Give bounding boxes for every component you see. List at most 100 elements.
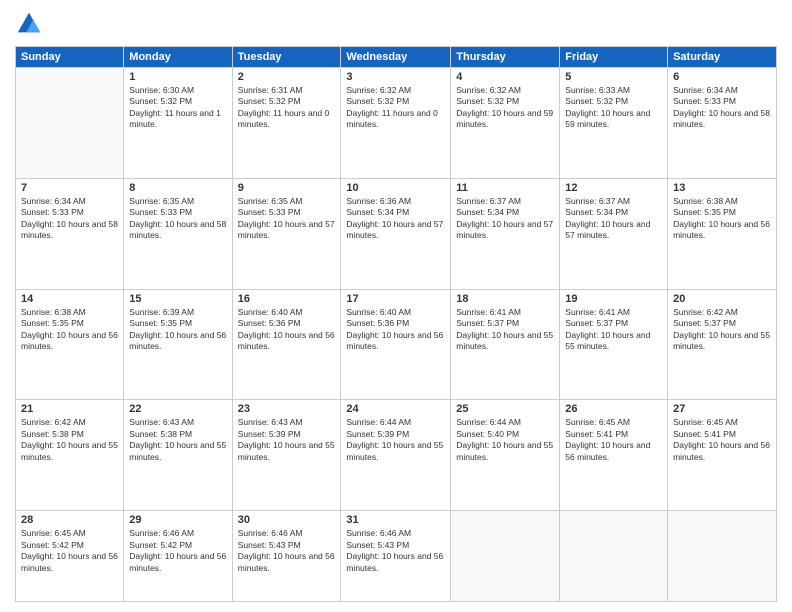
day-number: 21 xyxy=(21,403,118,415)
week-row-5: 28 Sunrise: 6:45 AMSunset: 5:42 PMDaylig… xyxy=(16,511,777,602)
day-cell: 6 Sunrise: 6:34 AMSunset: 5:33 PMDayligh… xyxy=(668,68,777,179)
day-number: 10 xyxy=(346,182,445,194)
day-info: Sunrise: 6:31 AMSunset: 5:32 PMDaylight:… xyxy=(238,85,336,131)
week-row-2: 7 Sunrise: 6:34 AMSunset: 5:33 PMDayligh… xyxy=(16,178,777,289)
day-cell xyxy=(16,68,124,179)
day-info: Sunrise: 6:46 AMSunset: 5:42 PMDaylight:… xyxy=(129,528,226,574)
day-info: Sunrise: 6:44 AMSunset: 5:40 PMDaylight:… xyxy=(456,417,554,463)
day-number: 29 xyxy=(129,514,226,526)
day-number: 22 xyxy=(129,403,226,415)
day-header-friday: Friday xyxy=(560,47,668,68)
day-info: Sunrise: 6:38 AMSunset: 5:35 PMDaylight:… xyxy=(21,307,118,353)
day-cell: 25 Sunrise: 6:44 AMSunset: 5:40 PMDaylig… xyxy=(451,400,560,511)
day-cell: 12 Sunrise: 6:37 AMSunset: 5:34 PMDaylig… xyxy=(560,178,668,289)
day-number: 16 xyxy=(238,293,336,305)
day-number: 25 xyxy=(456,403,554,415)
day-cell: 19 Sunrise: 6:41 AMSunset: 5:37 PMDaylig… xyxy=(560,289,668,400)
week-row-3: 14 Sunrise: 6:38 AMSunset: 5:35 PMDaylig… xyxy=(16,289,777,400)
day-info: Sunrise: 6:35 AMSunset: 5:33 PMDaylight:… xyxy=(238,196,336,242)
day-header-monday: Monday xyxy=(124,47,232,68)
header xyxy=(15,10,777,38)
day-number: 18 xyxy=(456,293,554,305)
day-number: 17 xyxy=(346,293,445,305)
day-info: Sunrise: 6:36 AMSunset: 5:34 PMDaylight:… xyxy=(346,196,445,242)
day-cell: 29 Sunrise: 6:46 AMSunset: 5:42 PMDaylig… xyxy=(124,511,232,602)
day-info: Sunrise: 6:45 AMSunset: 5:41 PMDaylight:… xyxy=(673,417,771,463)
day-number: 6 xyxy=(673,71,771,83)
week-row-1: 1 Sunrise: 6:30 AMSunset: 5:32 PMDayligh… xyxy=(16,68,777,179)
day-cell: 2 Sunrise: 6:31 AMSunset: 5:32 PMDayligh… xyxy=(232,68,341,179)
day-number: 8 xyxy=(129,182,226,194)
day-cell: 3 Sunrise: 6:32 AMSunset: 5:32 PMDayligh… xyxy=(341,68,451,179)
day-cell: 14 Sunrise: 6:38 AMSunset: 5:35 PMDaylig… xyxy=(16,289,124,400)
day-cell: 16 Sunrise: 6:40 AMSunset: 5:36 PMDaylig… xyxy=(232,289,341,400)
day-header-tuesday: Tuesday xyxy=(232,47,341,68)
day-info: Sunrise: 6:30 AMSunset: 5:32 PMDaylight:… xyxy=(129,85,226,131)
day-info: Sunrise: 6:40 AMSunset: 5:36 PMDaylight:… xyxy=(238,307,336,353)
day-cell: 24 Sunrise: 6:44 AMSunset: 5:39 PMDaylig… xyxy=(341,400,451,511)
day-cell: 28 Sunrise: 6:45 AMSunset: 5:42 PMDaylig… xyxy=(16,511,124,602)
day-cell: 1 Sunrise: 6:30 AMSunset: 5:32 PMDayligh… xyxy=(124,68,232,179)
day-cell: 17 Sunrise: 6:40 AMSunset: 5:36 PMDaylig… xyxy=(341,289,451,400)
day-cell: 30 Sunrise: 6:46 AMSunset: 5:43 PMDaylig… xyxy=(232,511,341,602)
day-info: Sunrise: 6:34 AMSunset: 5:33 PMDaylight:… xyxy=(21,196,118,242)
day-cell: 5 Sunrise: 6:33 AMSunset: 5:32 PMDayligh… xyxy=(560,68,668,179)
day-number: 15 xyxy=(129,293,226,305)
day-cell: 7 Sunrise: 6:34 AMSunset: 5:33 PMDayligh… xyxy=(16,178,124,289)
day-number: 27 xyxy=(673,403,771,415)
day-cell: 15 Sunrise: 6:39 AMSunset: 5:35 PMDaylig… xyxy=(124,289,232,400)
day-number: 4 xyxy=(456,71,554,83)
day-cell: 26 Sunrise: 6:45 AMSunset: 5:41 PMDaylig… xyxy=(560,400,668,511)
day-info: Sunrise: 6:37 AMSunset: 5:34 PMDaylight:… xyxy=(456,196,554,242)
day-info: Sunrise: 6:41 AMSunset: 5:37 PMDaylight:… xyxy=(456,307,554,353)
day-number: 20 xyxy=(673,293,771,305)
day-info: Sunrise: 6:46 AMSunset: 5:43 PMDaylight:… xyxy=(238,528,336,574)
day-header-thursday: Thursday xyxy=(451,47,560,68)
day-cell xyxy=(668,511,777,602)
day-number: 14 xyxy=(21,293,118,305)
day-cell: 21 Sunrise: 6:42 AMSunset: 5:38 PMDaylig… xyxy=(16,400,124,511)
day-number: 31 xyxy=(346,514,445,526)
day-info: Sunrise: 6:35 AMSunset: 5:33 PMDaylight:… xyxy=(129,196,226,242)
day-info: Sunrise: 6:39 AMSunset: 5:35 PMDaylight:… xyxy=(129,307,226,353)
header-row: SundayMondayTuesdayWednesdayThursdayFrid… xyxy=(16,47,777,68)
day-number: 13 xyxy=(673,182,771,194)
day-cell: 10 Sunrise: 6:36 AMSunset: 5:34 PMDaylig… xyxy=(341,178,451,289)
page: SundayMondayTuesdayWednesdayThursdayFrid… xyxy=(0,0,792,612)
day-cell: 4 Sunrise: 6:32 AMSunset: 5:32 PMDayligh… xyxy=(451,68,560,179)
day-number: 28 xyxy=(21,514,118,526)
day-cell: 11 Sunrise: 6:37 AMSunset: 5:34 PMDaylig… xyxy=(451,178,560,289)
day-info: Sunrise: 6:45 AMSunset: 5:41 PMDaylight:… xyxy=(565,417,662,463)
day-cell xyxy=(451,511,560,602)
day-header-sunday: Sunday xyxy=(16,47,124,68)
calendar: SundayMondayTuesdayWednesdayThursdayFrid… xyxy=(15,46,777,602)
day-number: 2 xyxy=(238,71,336,83)
day-info: Sunrise: 6:33 AMSunset: 5:32 PMDaylight:… xyxy=(565,85,662,131)
week-row-4: 21 Sunrise: 6:42 AMSunset: 5:38 PMDaylig… xyxy=(16,400,777,511)
day-info: Sunrise: 6:45 AMSunset: 5:42 PMDaylight:… xyxy=(21,528,118,574)
day-number: 5 xyxy=(565,71,662,83)
day-number: 30 xyxy=(238,514,336,526)
day-number: 3 xyxy=(346,71,445,83)
day-info: Sunrise: 6:40 AMSunset: 5:36 PMDaylight:… xyxy=(346,307,445,353)
day-cell: 20 Sunrise: 6:42 AMSunset: 5:37 PMDaylig… xyxy=(668,289,777,400)
day-number: 7 xyxy=(21,182,118,194)
day-info: Sunrise: 6:43 AMSunset: 5:38 PMDaylight:… xyxy=(129,417,226,463)
day-cell xyxy=(560,511,668,602)
day-cell: 13 Sunrise: 6:38 AMSunset: 5:35 PMDaylig… xyxy=(668,178,777,289)
day-cell: 22 Sunrise: 6:43 AMSunset: 5:38 PMDaylig… xyxy=(124,400,232,511)
calendar-table: SundayMondayTuesdayWednesdayThursdayFrid… xyxy=(15,46,777,602)
day-number: 24 xyxy=(346,403,445,415)
logo-icon xyxy=(15,10,43,38)
day-info: Sunrise: 6:44 AMSunset: 5:39 PMDaylight:… xyxy=(346,417,445,463)
day-info: Sunrise: 6:38 AMSunset: 5:35 PMDaylight:… xyxy=(673,196,771,242)
day-number: 1 xyxy=(129,71,226,83)
day-info: Sunrise: 6:42 AMSunset: 5:37 PMDaylight:… xyxy=(673,307,771,353)
day-info: Sunrise: 6:41 AMSunset: 5:37 PMDaylight:… xyxy=(565,307,662,353)
day-number: 9 xyxy=(238,182,336,194)
day-number: 11 xyxy=(456,182,554,194)
day-info: Sunrise: 6:37 AMSunset: 5:34 PMDaylight:… xyxy=(565,196,662,242)
day-cell: 27 Sunrise: 6:45 AMSunset: 5:41 PMDaylig… xyxy=(668,400,777,511)
day-info: Sunrise: 6:34 AMSunset: 5:33 PMDaylight:… xyxy=(673,85,771,131)
day-header-wednesday: Wednesday xyxy=(341,47,451,68)
